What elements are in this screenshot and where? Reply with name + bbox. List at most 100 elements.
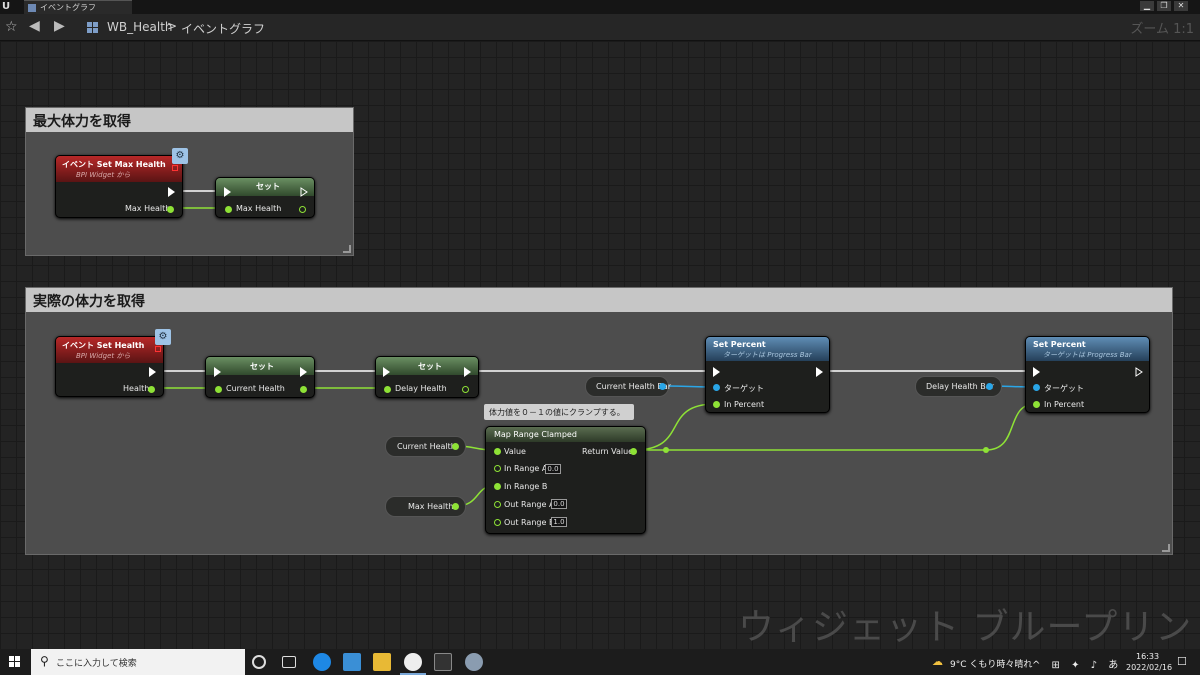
unreal-editor-window: U イベントグラフ ▁ ❐ ✕ ☆ ◀ ▶ WB_Health > イベントグラ…	[0, 0, 1200, 675]
taskbar-search-box[interactable]: ⚲ ここに入力して検索	[31, 649, 245, 675]
node-set-percent-delay[interactable]: Set Percent ターゲットは Progress Bar ターゲット In…	[1025, 336, 1150, 413]
float-pin-icon[interactable]	[452, 443, 459, 450]
exec-out-pin-icon[interactable]	[149, 367, 156, 377]
out-range-a-input[interactable]: 0.0	[551, 499, 567, 509]
float-pin-icon[interactable]	[494, 501, 501, 508]
mail-icon[interactable]	[343, 653, 361, 671]
breadcrumb-leaf[interactable]: イベントグラフ	[181, 20, 265, 37]
object-pin-icon[interactable]	[713, 384, 720, 391]
float-pin-icon[interactable]	[148, 386, 155, 393]
breadcrumb-root[interactable]: WB_Health	[107, 20, 173, 34]
unreal-logo-icon: U	[2, 1, 11, 12]
float-out-pin-icon[interactable]	[462, 386, 469, 393]
float-pin-icon[interactable]	[167, 206, 174, 213]
weather-text[interactable]: 9°C くもり時々晴れ	[950, 657, 1032, 670]
comment-title: 実際の体力を取得	[33, 294, 145, 310]
clock-time[interactable]: 16:33	[1136, 652, 1159, 661]
var-label: Current Health	[397, 442, 456, 451]
var-label: Delay Health Bar	[926, 382, 994, 391]
node-title: セット	[256, 182, 280, 191]
notification-icon[interactable]: ☐	[1177, 655, 1187, 668]
node-event-set-max-health[interactable]: イベント Set Max Health BPI Widget から Max He…	[55, 155, 183, 218]
comment-header: 実際の体力を取得	[26, 288, 1172, 312]
float-out-pin-icon[interactable]	[300, 386, 307, 393]
node-set-delay-health[interactable]: セット Delay Health	[375, 356, 479, 398]
exec-out-pin-icon[interactable]	[464, 367, 471, 377]
clock-date[interactable]: 2022/02/16	[1126, 663, 1172, 672]
windows-start-icon[interactable]	[9, 656, 21, 668]
exec-out-pin-icon[interactable]	[300, 187, 308, 197]
exec-out-pin-icon[interactable]	[816, 367, 823, 377]
exec-in-pin-icon[interactable]	[214, 367, 221, 377]
pin-label: Max Health	[125, 204, 171, 213]
unreal-engine-taskbar-icon[interactable]	[404, 653, 422, 671]
exec-out-pin-icon[interactable]	[168, 187, 175, 197]
in-range-a-input[interactable]: 0.0	[545, 464, 561, 474]
object-pin-icon[interactable]	[659, 383, 666, 390]
object-pin-icon[interactable]	[986, 383, 993, 390]
forward-arrow-icon[interactable]: ▶	[54, 18, 65, 34]
node-map-range-clamped[interactable]: Map Range Clamped Value Return Value In …	[485, 426, 646, 534]
back-arrow-icon[interactable]: ◀	[29, 18, 40, 34]
delegate-pin-icon[interactable]	[155, 346, 161, 352]
edge-browser-icon[interactable]	[313, 653, 331, 671]
task-view-icon[interactable]	[282, 656, 296, 668]
float-pin-icon[interactable]	[225, 206, 232, 213]
node-subtitle: ターゲットは Progress Bar	[723, 351, 812, 359]
node-event-set-health[interactable]: イベント Set Health BPI Widget から Health	[55, 336, 164, 397]
var-current-health[interactable]: Current Health	[385, 436, 466, 457]
node-title: Set Percent	[1033, 340, 1086, 349]
float-pin-icon[interactable]	[494, 448, 501, 455]
file-explorer-icon[interactable]	[373, 653, 391, 671]
system-tray-icons[interactable]: ^ ⊞ ✦ ♪ あ	[1032, 656, 1122, 671]
node-title: イベント Set Health	[62, 341, 145, 350]
exec-in-pin-icon[interactable]	[383, 367, 390, 377]
favorite-star-icon[interactable]: ☆	[5, 19, 18, 35]
var-delay-health-bar[interactable]: Delay Health Bar	[915, 376, 1002, 397]
exec-out-pin-icon[interactable]	[300, 367, 307, 377]
node-set-percent-current[interactable]: Set Percent ターゲットは Progress Bar ターゲット In…	[705, 336, 830, 413]
exec-out-pin-icon[interactable]	[1135, 367, 1143, 377]
cortana-icon[interactable]	[252, 655, 266, 669]
minimize-button[interactable]: ▁	[1140, 1, 1154, 11]
var-current-health-bar[interactable]: Current Health Bar	[585, 376, 671, 397]
epic-games-icon[interactable]	[434, 653, 452, 671]
float-pin-icon[interactable]	[494, 483, 501, 490]
var-max-health[interactable]: Max Health	[385, 496, 466, 517]
delegate-pin-icon[interactable]	[172, 165, 178, 171]
resize-handle-icon[interactable]	[1162, 544, 1170, 552]
node-set-current-health[interactable]: セット Current Health	[205, 356, 315, 398]
node-subtitle: ターゲットは Progress Bar	[1043, 351, 1132, 359]
float-out-pin-icon[interactable]	[299, 206, 306, 213]
restore-button[interactable]: ❐	[1157, 1, 1171, 11]
resize-handle-icon[interactable]	[343, 245, 351, 253]
float-out-pin-icon[interactable]	[630, 448, 637, 455]
out-range-b-input[interactable]: 1.0	[551, 517, 567, 527]
float-pin-icon[interactable]	[494, 519, 501, 526]
comment-header: 最大体力を取得	[26, 108, 353, 132]
title-bar: U イベントグラフ ▁ ❐ ✕	[0, 0, 1200, 14]
float-pin-icon[interactable]	[452, 503, 459, 510]
object-pin-icon[interactable]	[1033, 384, 1040, 391]
node-comment-bubble[interactable]: 体力値を０－１の値にクランプする。	[484, 404, 634, 420]
node-title: Map Range Clamped	[494, 430, 577, 439]
float-pin-icon[interactable]	[494, 465, 501, 472]
float-pin-icon[interactable]	[713, 401, 720, 408]
float-pin-icon[interactable]	[1033, 401, 1040, 408]
exec-in-pin-icon[interactable]	[713, 367, 720, 377]
pin-label: Current Health	[226, 384, 285, 393]
pin-label: In Range B	[504, 482, 548, 491]
comment-title: 最大体力を取得	[33, 114, 131, 130]
pin-label: In Percent	[724, 400, 765, 409]
interface-event-icon: ⚙	[172, 148, 188, 164]
exec-in-pin-icon[interactable]	[1033, 367, 1040, 377]
pin-label: Return Value	[582, 447, 634, 456]
pin-label: Health	[123, 384, 150, 393]
game-app-icon[interactable]	[465, 653, 483, 671]
close-button[interactable]: ✕	[1174, 1, 1188, 11]
node-set-max-health[interactable]: セット Max Health	[215, 177, 315, 218]
float-pin-icon[interactable]	[215, 386, 222, 393]
float-pin-icon[interactable]	[384, 386, 391, 393]
exec-in-pin-icon[interactable]	[224, 187, 231, 197]
tab-event-graph[interactable]: イベントグラフ	[24, 0, 132, 14]
